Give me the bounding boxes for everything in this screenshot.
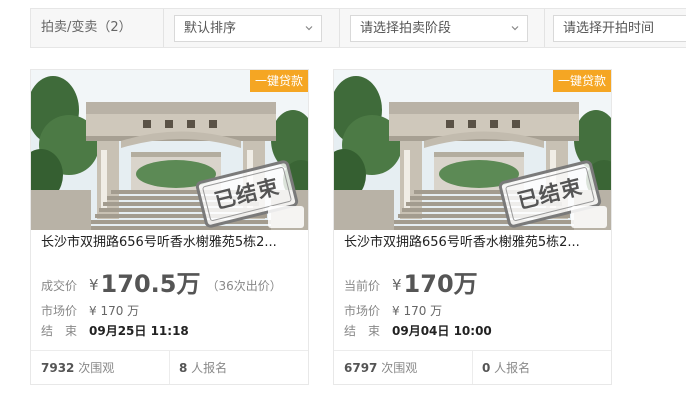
price-amount: 170.5万 — [100, 270, 201, 298]
divider — [544, 9, 545, 47]
stage-select[interactable]: 请选择拍卖阶段 — [350, 15, 528, 42]
sort-select-value: 默认排序 — [184, 21, 237, 36]
market-price-label: 市场价 — [41, 304, 78, 318]
currency-symbol: ¥ — [89, 276, 99, 294]
view-count-number: 7932 — [41, 361, 75, 375]
property-photo[interactable]: 一键贷款 已结束 — [31, 70, 308, 230]
time-select-value: 请选择开拍时间 — [563, 21, 655, 36]
property-photo[interactable]: 一键贷款 已结束 — [334, 70, 611, 230]
price-label: 成交价 — [41, 279, 78, 293]
price-label: 当前价 — [344, 279, 381, 293]
auction-card[interactable]: 一键贷款 已结束 长沙市双拥路656号听香水榭雅苑5栋2... 当前价 ¥170万… — [333, 69, 612, 385]
property-title[interactable]: 长沙市双拥路656号听香水榭雅苑5栋2... — [334, 230, 611, 258]
card-footer: 6797 次围观 0 人报名 — [334, 350, 611, 384]
price-row: 成交价 ¥170.5万 （36次出价） — [41, 266, 282, 302]
chevron-down-icon — [511, 24, 519, 32]
signup-count: 0 人报名 — [482, 351, 530, 385]
signup-count-text: 人报名 — [490, 361, 531, 375]
view-count: 7932 次围观 — [41, 351, 114, 385]
loan-badge[interactable]: 一键贷款 — [250, 70, 308, 92]
market-price-row: 市场价 ¥ 170 万 — [41, 302, 139, 319]
divider — [163, 9, 164, 47]
property-title[interactable]: 长沙市双拥路656号听香水榭雅苑5栋2... — [31, 230, 308, 258]
market-price-value: ¥ 170 万 — [89, 304, 140, 318]
currency-symbol: ¥ — [392, 276, 402, 294]
card-footer: 7932 次围观 8 人报名 — [31, 350, 308, 384]
bid-count: （36次出价） — [206, 279, 282, 293]
view-count-text: 次围观 — [377, 361, 418, 375]
signup-count-text: 人报名 — [187, 361, 228, 375]
price-amount: 170万 — [403, 270, 478, 298]
end-time-row: 结 束 09月25日 11:18 — [41, 322, 189, 339]
end-time-label: 结 束 — [41, 324, 78, 338]
chevron-down-icon — [305, 24, 313, 32]
auction-type-filter[interactable]: 拍卖/变卖（2） — [41, 9, 132, 47]
end-time-value: 09月04日 10:00 — [392, 324, 492, 338]
end-time-label: 结 束 — [344, 324, 381, 338]
watermark-logo — [571, 206, 607, 228]
watermark-logo — [268, 206, 304, 228]
price-row: 当前价 ¥170万 — [344, 266, 484, 302]
end-time-row: 结 束 09月04日 10:00 — [344, 322, 492, 339]
time-select[interactable]: 请选择开拍时间 — [553, 15, 686, 42]
signup-count: 8 人报名 — [179, 351, 227, 385]
footer-divider — [169, 351, 170, 384]
divider — [339, 9, 340, 47]
stage-select-value: 请选择拍卖阶段 — [360, 21, 452, 36]
filter-bar: 拍卖/变卖（2） 默认排序 请选择拍卖阶段 请选择开拍时间 — [30, 8, 686, 48]
view-count: 6797 次围观 — [344, 351, 417, 385]
auction-type-count: （2） — [97, 20, 132, 35]
market-price-row: 市场价 ¥ 170 万 — [344, 302, 442, 319]
auction-card[interactable]: 一键贷款 已结束 长沙市双拥路656号听香水榭雅苑5栋2... 成交价 ¥170.… — [30, 69, 309, 385]
market-price-value: ¥ 170 万 — [392, 304, 443, 318]
sort-select[interactable]: 默认排序 — [174, 15, 322, 42]
view-count-number: 6797 — [344, 361, 378, 375]
auction-type-label: 拍卖/变卖 — [41, 20, 98, 35]
market-price-label: 市场价 — [344, 304, 381, 318]
end-time-value: 09月25日 11:18 — [89, 324, 189, 338]
footer-divider — [472, 351, 473, 384]
view-count-text: 次围观 — [74, 361, 115, 375]
loan-badge[interactable]: 一键贷款 — [553, 70, 611, 92]
